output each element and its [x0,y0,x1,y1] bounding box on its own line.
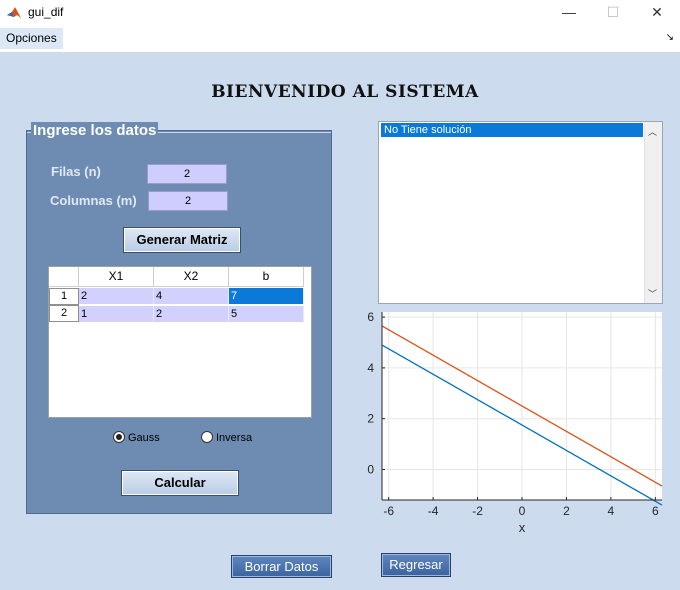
column-header-b[interactable]: b [229,267,304,287]
y-tick-label: 0 [367,463,374,477]
x-tick-label: -4 [428,504,439,518]
window-title: gui_dif [28,5,64,19]
radio-inversa-indicator[interactable] [201,431,213,443]
filas-label: Filas (n) [51,164,101,179]
generar-matriz-button[interactable]: Generar Matriz [123,227,241,253]
table-cell[interactable]: 1 [79,306,154,322]
title-bar: gui_dif — ☐ ✕ [0,0,680,26]
menu-opciones[interactable]: Opciones [0,28,63,49]
list-item[interactable]: No Tiene solución [381,123,643,137]
borrar-datos-button[interactable]: Borrar Datos [231,555,332,578]
columnas-label: Columnas (m) [50,193,137,208]
table-cell[interactable]: 2 [79,288,154,304]
scroll-up-icon[interactable]: ︿ [648,125,657,138]
minimize-button[interactable]: — [546,0,592,26]
x-tick-label: 4 [608,504,615,518]
y-tick-label: 2 [367,412,374,426]
radio-inversa[interactable]: Inversa [201,431,252,444]
panel-title: Ingrese los datos [31,122,159,139]
y-tick-label: 4 [367,361,374,375]
menu-bar: Opciones ↘ [0,26,680,53]
radio-gauss[interactable]: Gauss [113,431,160,444]
radio-gauss-label: Gauss [128,432,160,444]
x-tick-label: -2 [472,504,483,518]
listbox-scrollbar[interactable]: ︿ ﹀ [644,122,662,303]
table-cell[interactable]: 4 [154,288,229,304]
columnas-input[interactable]: 2 [148,191,228,211]
row-header-1[interactable]: 1 [49,288,79,305]
x-tick-label: 0 [519,504,526,518]
radio-inversa-label: Inversa [216,432,253,444]
table-cell[interactable]: 5 [229,306,304,322]
scroll-down-icon[interactable]: ﹀ [648,287,657,300]
solution-plot: -6 -4 -2 0 2 4 6 0 2 4 6 x [367,310,663,535]
table-cell-selected[interactable]: 7 [229,288,304,304]
radio-gauss-indicator[interactable] [113,431,125,443]
column-header-x2[interactable]: X2 [154,267,229,287]
calcular-button[interactable]: Calcular [121,470,239,496]
result-listbox[interactable]: No Tiene solución ︿ ﹀ [378,121,663,304]
x-tick-label: 2 [563,504,570,518]
x-tick-label: 6 [652,504,659,518]
column-header-x1[interactable]: X1 [79,267,154,287]
x-axis-label: x [519,520,526,535]
table-cell[interactable]: 2 [154,306,229,322]
close-button[interactable]: ✕ [634,0,680,26]
matlab-icon [7,7,21,18]
table-corner [49,267,79,287]
maximize-button[interactable]: ☐ [590,0,636,26]
x-tick-label: -6 [383,504,394,518]
matrix-table[interactable]: X1 X2 b 1 2 4 7 2 1 2 5 [48,266,312,418]
y-tick-label: 6 [367,310,374,324]
regresar-button[interactable]: Regresar [381,553,451,577]
row-header-2[interactable]: 2 [49,305,79,322]
toolbar-expand-icon[interactable]: ↘ [666,32,674,43]
filas-input[interactable]: 2 [147,164,227,184]
page-title: BIENVENIDO AL SISTEMA [211,82,479,102]
